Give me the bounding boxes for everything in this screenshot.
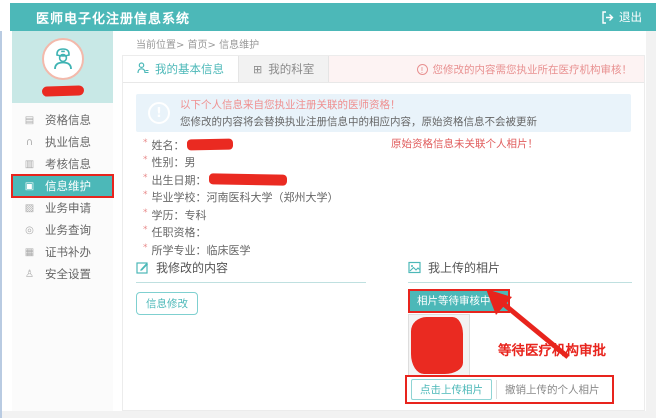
sidebar-item-qualification-info[interactable]: ▤ 资格信息 [12,109,113,131]
personal-fields: * 姓名： * 性别： 男 * 出生日期： * 毕业学校： 河南医科大学（郑州大… [143,136,339,259]
sidebar-item-assessment-info[interactable]: ▥ 考核信息 [12,153,113,175]
clipboard-icon: ▥ [23,159,36,170]
field-name: * 姓名： [143,136,339,154]
required-marker: * [143,138,148,148]
app-window: 医师电子化注册信息系统 退出 ▤ 资格信息 [0,0,656,418]
no-photo-note: 原始资格信息未关联个人相片！ [391,136,538,151]
book-icon: ▦ [23,247,36,258]
logout-label: 退出 [619,9,642,25]
uploaded-photo [408,314,470,384]
name-redaction [186,139,232,151]
sidebar-item-business-application[interactable]: ▨ 业务申请 [12,197,113,219]
search-icon: ◎ [23,225,36,236]
person-icon: ♙ [23,269,36,280]
document-icon: ▤ [23,115,36,126]
approval-annotation: 等待医疗机构审批 [498,339,606,359]
image-icon [408,261,421,274]
notice-line2: 您修改的内容将会替换执业注册信息中的相应内容，原始资格信息不会被更新 [180,114,537,129]
sidebar-item-business-query[interactable]: ◎ 业务查询 [12,219,113,241]
photo-review-status-badge: 相片等待审核中！ [408,289,510,313]
field-education: * 学历： 专科 [143,206,339,224]
avatar [42,38,84,80]
field-school: * 毕业学校： 河南医科大学（郑州大学） [143,189,339,207]
window-edge-bottom [2,411,656,418]
required-marker: * [143,243,148,253]
required-marker: * [143,225,148,235]
field-title-qualification: * 任职资格： [143,224,339,242]
field-birthdate: * 出生日期： [143,171,339,189]
sidebar-item-info-maintenance[interactable]: ▣ 信息维护 [12,175,113,197]
sidebar-item-security-settings[interactable]: ♙ 安全设置 [12,263,113,285]
logout-icon [601,11,614,24]
sidebar: ▤ 资格信息 ∩ 执业信息 ▥ 考核信息 ▣ 信息维护 ▨ 业务申请 ◎ 业务查… [12,31,113,411]
edit-square-icon [136,261,149,274]
uploaded-photo-title: 我上传的相片 [408,259,632,283]
sidebar-item-certificate-reissue[interactable]: ▦ 证书补办 [12,241,113,263]
notice-line1: 以下个人信息来自您执业注册关联的医师资格！ [180,97,537,112]
edit-icon: ▨ [23,203,36,214]
window-edge-left [0,31,2,418]
logout-button[interactable]: 退出 [601,9,642,25]
main-panel: 我的基本信息 ⊞ 我的科室 ! 您修改的内容需您执业所在医疗机构审核！ ! 以下… [122,55,645,411]
photo-redaction [411,317,463,374]
upload-photo-button[interactable]: 点击上传相片 [411,379,492,400]
id-card-icon: ▣ [23,181,36,192]
tab-my-basic-info[interactable]: 我的基本信息 [123,56,238,82]
revoke-photo-button[interactable]: 撤销上传的个人相片 [496,380,608,399]
info-edit-button[interactable]: 信息修改 [136,292,198,315]
plus-square-icon: ⊞ [253,63,262,76]
review-warning: ! 您修改的内容需您执业所在医疗机构审核！ [417,56,645,82]
sidebar-menu: ▤ 资格信息 ∩ 执业信息 ▥ 考核信息 ▣ 信息维护 ▨ 业务申请 ◎ 业务查… [12,103,113,285]
tab-bar: 我的基本信息 ⊞ 我的科室 ! 您修改的内容需您执业所在医疗机构审核！ [123,56,644,83]
modified-content-title: 我修改的内容 [136,259,366,283]
window-edge-right [646,31,656,418]
field-major: * 所学专业： 临床医学 [143,241,339,259]
required-marker: * [143,208,148,218]
photo-buttons-annotation-box: 点击上传相片 撤销上传的个人相片 [405,375,614,404]
warning-circle-icon: ! [417,64,428,75]
user-name-redaction [41,85,83,96]
doctor-icon [50,46,76,72]
info-notice: ! 以下个人信息来自您执业注册关联的医师资格！ 您修改的内容将会替换执业注册信息… [136,94,631,132]
person-list-icon [137,62,149,77]
tab-my-department[interactable]: ⊞ 我的科室 [238,56,329,82]
app-title: 医师电子化注册信息系统 [36,8,190,27]
required-marker: * [143,190,148,200]
app-header: 医师电子化注册信息系统 退出 [10,3,656,31]
headset-icon: ∩ [23,137,36,148]
sidebar-item-practice-info[interactable]: ∩ 执业信息 [12,131,113,153]
birthdate-redaction [208,174,286,186]
breadcrumb: 当前位置> 首页> 信息维护 [136,36,259,51]
user-profile-block [12,31,113,103]
required-marker: * [143,173,148,183]
exclamation-circle-icon: ! [148,102,170,124]
required-marker: * [143,155,148,165]
uploaded-photo-section: 我上传的相片 相片等待审核中！ 等待医疗机构审批 点击上传相片 撤销上传的个人相… [408,259,632,404]
field-gender: * 性别： 男 [143,154,339,172]
modified-content-section: 我修改的内容 信息修改 [136,259,366,315]
